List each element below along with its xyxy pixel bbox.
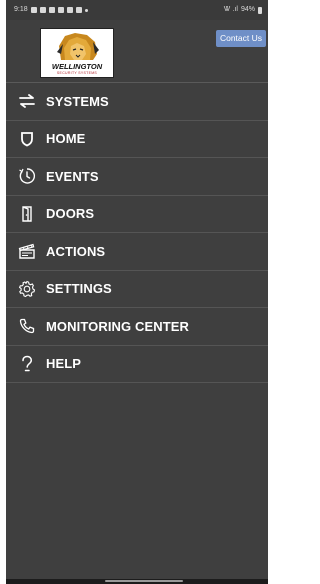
notification-icon: [75, 7, 82, 13]
door-icon: [17, 205, 37, 223]
menu-label: DOORS: [46, 206, 95, 222]
menu-item-doors[interactable]: DOORS: [6, 196, 268, 233]
menu-label: MONITORING CENTER: [46, 318, 190, 334]
status-right: Ꮤ .ıl 94%: [224, 0, 262, 20]
drawer-menu: SYSTEMS HOME EVENTS DOORS ACTIONS SETTIN…: [6, 83, 268, 383]
phone-screen: 9:18 Ꮤ .ıl 94% WELLINGTON SECURITY SYSTE…: [0, 0, 268, 584]
swap-arrows-icon: [17, 92, 37, 110]
notification-icon: [57, 7, 64, 13]
menu-item-settings[interactable]: SETTINGS: [6, 271, 268, 308]
notification-icon: [66, 7, 73, 13]
status-time: 9:18: [14, 6, 28, 13]
question-icon: [17, 355, 37, 373]
menu-item-help[interactable]: HELP: [6, 346, 268, 383]
menu-label: ACTIONS: [46, 243, 106, 259]
notification-icon: [48, 7, 55, 13]
menu-item-events[interactable]: EVENTS: [6, 158, 268, 196]
menu-label: HOME: [46, 131, 86, 147]
notification-icon: [39, 7, 46, 13]
contact-us-button[interactable]: Contact Us: [215, 30, 266, 47]
menu-item-home[interactable]: HOME: [6, 121, 268, 158]
wellington-logo: WELLINGTON SECURITY SYSTEMS: [40, 28, 114, 78]
menu-label: HELP: [46, 356, 82, 372]
system-navigation-bar: [6, 579, 268, 584]
home-gesture-handle[interactable]: [105, 580, 183, 582]
menu-item-actions[interactable]: ACTIONS: [6, 233, 268, 271]
signal-indicator: Ꮤ .ıl: [223, 6, 238, 13]
navigation-drawer: 9:18 Ꮤ .ıl 94% WELLINGTON SECURITY SYSTE…: [6, 0, 268, 579]
drawer-header: WELLINGTON SECURITY SYSTEMS Contact Us: [6, 20, 268, 83]
menu-label: EVENTS: [46, 168, 99, 184]
status-left: 9:18: [14, 0, 88, 20]
more-notifications-icon: [84, 8, 88, 12]
menu-item-monitoring-center[interactable]: MONITORING CENTER: [6, 308, 268, 346]
notification-icon: [30, 7, 37, 13]
menu-item-systems[interactable]: SYSTEMS: [6, 83, 268, 121]
lion-logo-icon: [57, 33, 99, 60]
status-bar: 9:18 Ꮤ .ıl 94%: [6, 0, 268, 20]
battery-percent: 94%: [240, 6, 255, 13]
gear-icon: [17, 280, 37, 298]
logo-subtext: SECURITY SYSTEMS: [56, 71, 98, 75]
menu-label: SETTINGS: [46, 281, 112, 297]
history-clock-icon: [17, 167, 37, 185]
phone-icon: [17, 317, 37, 335]
shield-icon: [17, 130, 37, 148]
menu-label: SYSTEMS: [46, 93, 109, 109]
battery-icon: [258, 6, 262, 14]
logo-name: WELLINGTON: [51, 62, 103, 71]
clapperboard-icon: [17, 242, 37, 260]
